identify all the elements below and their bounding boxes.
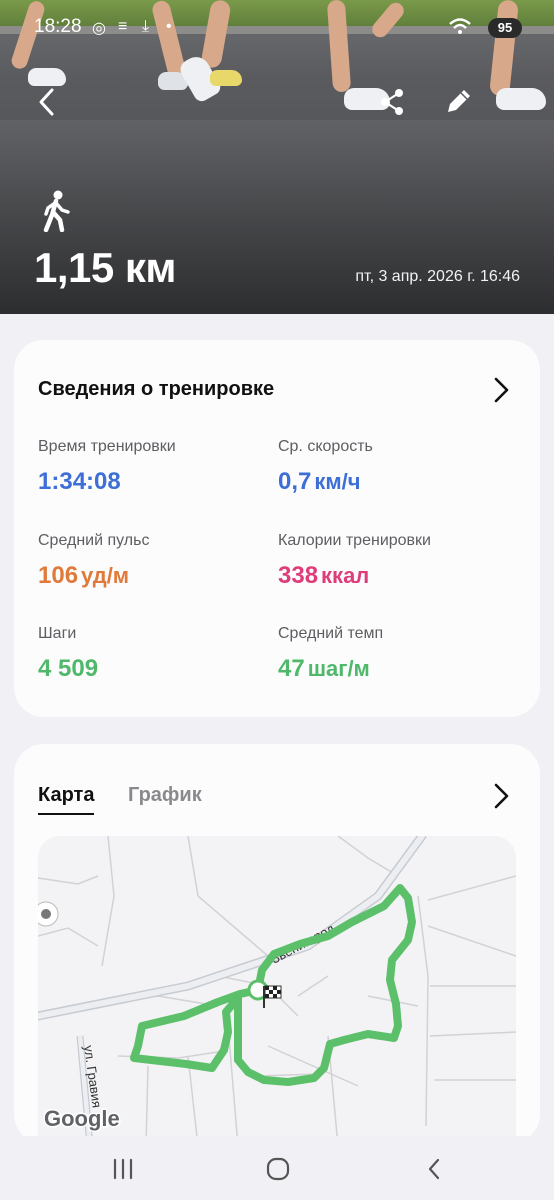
back-nav-button[interactable] xyxy=(420,1154,450,1184)
whatsapp-icon: ◎ xyxy=(92,20,106,37)
metric-calories: Калории тренировки 338 ккал xyxy=(278,532,508,590)
metric-value: 106 xyxy=(38,562,79,589)
metric-unit: км/ч xyxy=(314,469,361,494)
workout-datetime: пт, 3 апр. 2026 г. 16:46 xyxy=(355,268,520,285)
tab-chart[interactable]: График xyxy=(128,784,202,807)
download-icon: ⤓ xyxy=(142,18,150,35)
chevron-right-icon[interactable] xyxy=(490,782,512,810)
google-attribution: Google xyxy=(44,1106,120,1131)
metric-label: Время тренировки xyxy=(38,438,176,455)
metric-value: 0,7 xyxy=(278,468,312,495)
walking-icon xyxy=(40,190,72,233)
metric-unit: уд/м xyxy=(81,563,130,588)
metric-workout-time: Время тренировки 1:34:08 xyxy=(38,438,268,496)
battery-indicator: 95 xyxy=(488,18,522,38)
recent-apps-button[interactable] xyxy=(108,1154,138,1184)
more-notifications-icon: • xyxy=(166,18,172,35)
metric-avg-heart-rate: Средний пульс 106 уд/м xyxy=(38,532,268,590)
system-nav-bar xyxy=(0,1136,554,1200)
place-pin-icon xyxy=(38,901,59,927)
metric-value: 47 xyxy=(278,655,305,682)
summary-title: Сведения о тренировке xyxy=(38,378,275,400)
chevron-left-icon xyxy=(39,88,54,116)
back-button[interactable] xyxy=(30,84,66,120)
status-bar: 18:28 ◎ ≡ ⤓ • 95 xyxy=(0,14,554,44)
metric-steps: Шаги 4 509 xyxy=(38,625,268,683)
metric-label: Ср. скорость xyxy=(278,438,373,455)
notification-icon: ≡ xyxy=(118,18,128,35)
chevron-right-icon[interactable] xyxy=(490,376,512,404)
tab-map[interactable]: Карта xyxy=(38,784,95,815)
metric-label: Шаги xyxy=(38,625,77,642)
status-time: 18:28 xyxy=(34,16,82,37)
workout-summary-card[interactable]: Сведения о тренировке Время тренировки 1… xyxy=(14,340,540,717)
metric-unit: шаг/м xyxy=(307,656,370,681)
edit-button[interactable] xyxy=(440,84,476,120)
wifi-icon xyxy=(448,16,472,41)
pencil-icon xyxy=(448,90,470,112)
finish-flag-icon xyxy=(263,985,282,1008)
metric-value: 338 xyxy=(278,562,319,589)
metric-value: 1:34:08 xyxy=(38,468,121,495)
distance-value: 1,15 км xyxy=(34,244,177,291)
hero-photo: 18:28 ◎ ≡ ⤓ • 95 1,15 км пт, 3 апр. 2026… xyxy=(0,0,554,314)
metric-value: 4 509 xyxy=(38,655,99,682)
metric-unit: ккал xyxy=(321,563,370,588)
metric-label: Средний темп xyxy=(278,625,384,642)
home-button[interactable] xyxy=(263,1154,293,1184)
metric-label: Средний пульс xyxy=(38,532,150,549)
metric-label: Калории тренировки xyxy=(278,532,431,549)
metric-avg-cadence: Средний темп 47 шаг/м xyxy=(278,625,508,683)
metric-avg-speed: Ср. скорость 0,7 км/ч xyxy=(278,438,508,496)
share-button[interactable] xyxy=(374,84,410,120)
route-map[interactable]: Звенигород ул. Гравия Google xyxy=(38,836,516,1146)
map-card: Карта График Звенигород ул. Гравия Googl… xyxy=(14,744,540,1146)
share-icon xyxy=(381,89,403,115)
